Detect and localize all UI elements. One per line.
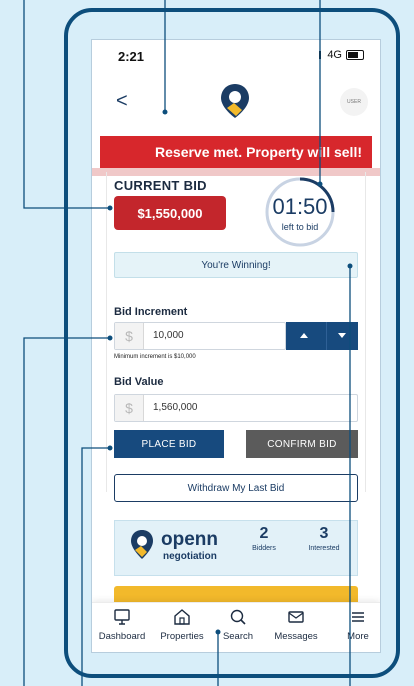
avatar[interactable]: USER [340, 88, 368, 116]
increment-hint: Minimum increment is $10,000 [114, 354, 196, 360]
increment-stepper[interactable] [286, 322, 358, 350]
bidders-label: Bidders [252, 545, 276, 552]
decrease-arrow-icon[interactable] [338, 333, 346, 338]
openn-logo-icon [221, 84, 249, 118]
bidders-count: 2 [259, 525, 269, 542]
status-indicators: 4G [319, 49, 364, 61]
countdown-label: left to bid [281, 222, 319, 232]
app-screen: 2:21 4G < USER Reserve met. Property wil… [92, 40, 380, 652]
bid-value-value: 1,560,000 [153, 402, 198, 413]
openn-brand: openn [161, 529, 218, 550]
interested-count: 3 [319, 525, 329, 542]
bid-value-input[interactable]: $ 1,560,000 [114, 394, 358, 422]
increase-arrow-icon[interactable] [300, 333, 308, 338]
stepper-divider [326, 322, 327, 350]
app-header: < USER [92, 74, 380, 130]
battery-icon [346, 50, 364, 60]
bid-increment-input[interactable]: $ 10,000 [114, 322, 286, 350]
bid-increment-value: 10,000 [153, 330, 184, 341]
countdown-time: 01:50 [272, 194, 328, 219]
tab-messages-label: Messages [274, 631, 318, 642]
network-label: 4G [327, 49, 342, 61]
winning-status: You're Winning! [114, 252, 358, 278]
place-bid-button[interactable]: PLACE BID [114, 430, 224, 458]
current-bid-amount: $1,550,000 [114, 196, 226, 230]
tab-messages[interactable]: Messages [266, 607, 326, 642]
tab-properties-label: Properties [160, 631, 204, 642]
status-bar: 2:21 4G [92, 40, 380, 74]
confirm-bid-button[interactable]: CONFIRM BID [246, 430, 358, 458]
withdraw-bid-button[interactable]: Withdraw My Last Bid [114, 474, 358, 502]
reserve-banner: Reserve met. Property will sell! [100, 136, 372, 168]
home-icon [174, 609, 190, 625]
bid-value-label: Bid Value [114, 376, 164, 388]
signal-icon [319, 51, 322, 59]
back-button[interactable]: < [116, 90, 128, 113]
openn-negotiation-card: openn negotiation 2 Bidders 3 Interested [114, 520, 358, 576]
tab-more[interactable]: More [328, 607, 380, 642]
tab-search-label: Search [222, 631, 254, 642]
tab-more-label: More [347, 631, 369, 642]
tab-dashboard-label: Dashboard [98, 631, 146, 642]
envelope-icon [288, 611, 304, 623]
bid-increment-label: Bid Increment [114, 306, 188, 318]
status-time: 2:21 [118, 49, 145, 64]
menu-icon [352, 612, 364, 622]
tab-search[interactable]: Search [208, 607, 268, 642]
openn-brand-sub: negotiation [163, 551, 217, 562]
tab-dashboard[interactable]: Dashboard [92, 607, 152, 642]
interested-label: Interested [308, 545, 340, 552]
monitor-icon [114, 609, 130, 625]
search-icon [230, 609, 246, 625]
current-bid-label: CURRENT BID [114, 178, 207, 193]
dollar-icon: $ [115, 395, 144, 421]
bottom-tab-bar: Dashboard Properties Search Messages Mor… [92, 602, 380, 652]
openn-pin-icon [131, 530, 153, 559]
tab-properties[interactable]: Properties [152, 607, 212, 642]
dollar-icon: $ [115, 323, 144, 349]
